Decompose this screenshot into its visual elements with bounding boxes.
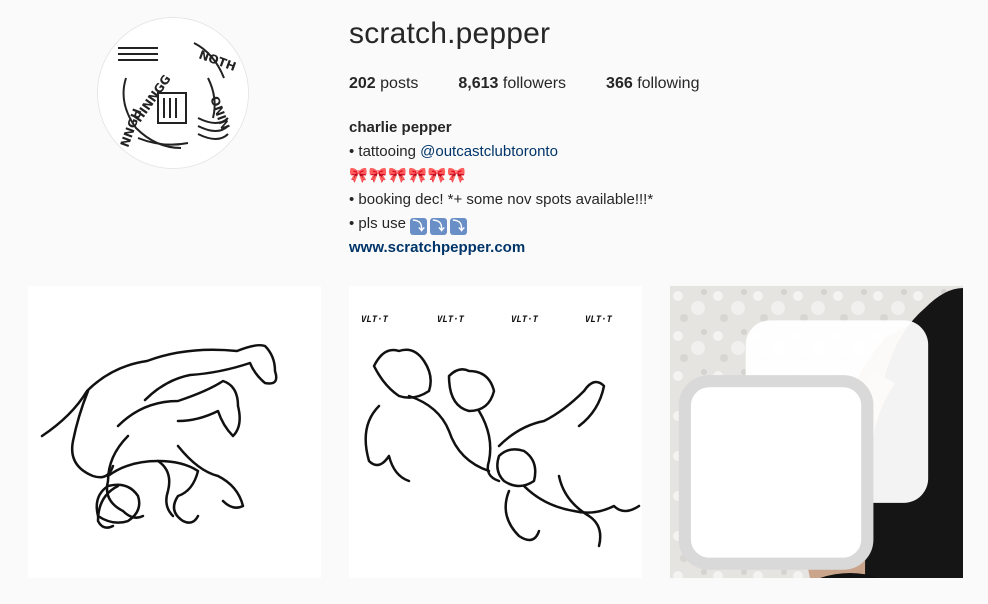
bio-pls-use-line: • pls use ⤵ ⤵ ⤵ [349,212,769,236]
bio-booking-line: • booking dec! *+ some nov spots availab… [349,191,654,208]
followers-count: 8,613 [458,75,499,92]
arrow-down-icon: ⤵ [430,218,448,235]
post-horses-drawing[interactable] [28,286,321,578]
website-link[interactable]: www.scratchpepper.com [349,236,769,260]
arrow-down-icon: ⤵ [410,218,428,235]
posts-count: 202 [349,75,376,92]
followers-stat[interactable]: 8,613 followers [458,74,566,94]
posts-label: posts [380,75,419,92]
posts-stat: 202 posts [349,74,418,94]
profile-avatar[interactable]: NOTH ONIN HINNGG NNGH [97,17,249,169]
multiple-photos-icon [678,320,929,570]
bio-bows-line: 🎀🎀🎀🎀🎀🎀 [349,167,468,184]
following-count: 366 [606,75,633,92]
mention-link[interactable]: @outcastclubtoronto [420,143,558,160]
bio-line4-prefix: • pls use [349,215,411,232]
post-dogs-drawing[interactable]: VLT·T VLT·T VLT·T VLT·T [349,286,642,578]
profile-username: scratch.pepper [349,17,551,50]
horses-line-drawing-icon [40,343,278,529]
arrow-emojis: ⤵ ⤵ ⤵ [410,218,468,235]
followers-label: followers [502,75,567,92]
profile-full-name: charlie pepper [349,119,452,136]
dogs-header-glyph: VLT·T [511,315,539,325]
dogs-header-glyph: VLT·T [437,315,465,325]
dogs-header-glyph: VLT·T [585,315,613,325]
following-stat[interactable]: 366 following [606,74,699,94]
post-arm-tattoo-photo[interactable] [670,286,963,578]
bio-line-tattooing: • tattooing @outcastclubtoronto [349,140,769,164]
profile-stats: 202 posts 8,613 followers 366 following [349,74,739,94]
dogs-line-drawing-icon: VLT·T VLT·T VLT·T VLT·T [361,315,641,548]
avatar-lettering-icon: NOTH ONIN HINNGG NNGH [98,18,248,168]
bio-line1-prefix: • tattooing [349,143,421,160]
arrow-down-icon: ⤵ [450,218,468,235]
following-label: following [637,75,700,92]
profile-bio: charlie pepper • tattooing @outcastclubt… [349,116,769,260]
dogs-header-glyph: VLT·T [361,315,389,325]
